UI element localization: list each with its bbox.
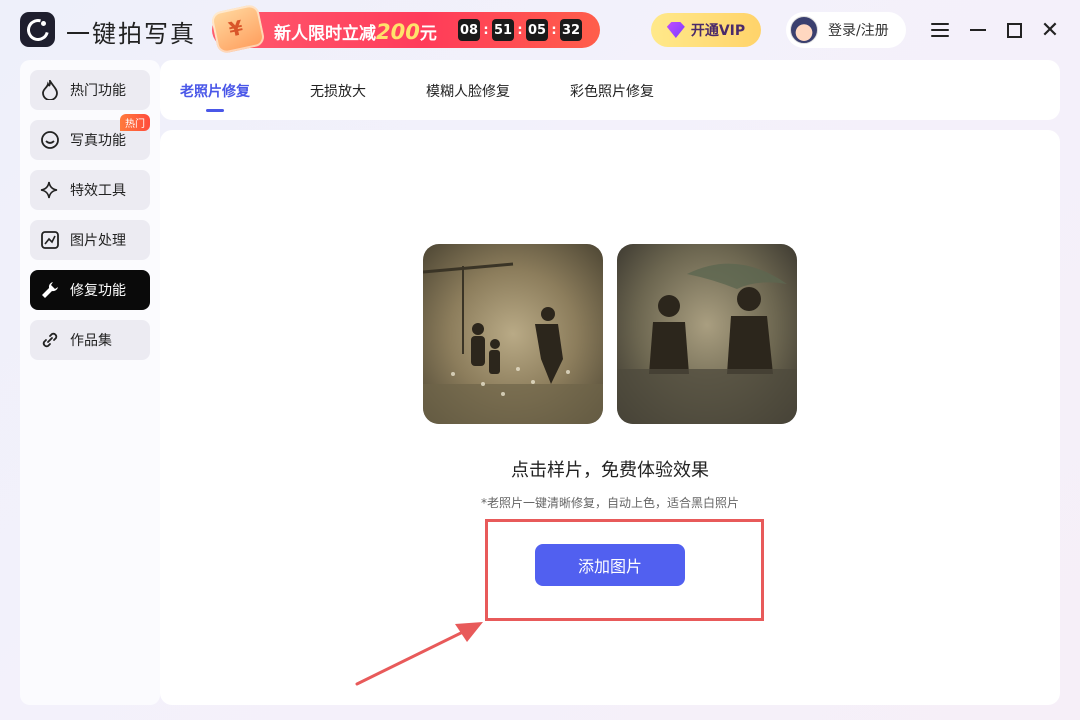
sidebar-item-label: 写真功能	[70, 133, 126, 149]
sidebar-item-label: 修复功能	[70, 283, 126, 299]
app-logo-icon	[20, 12, 55, 47]
sidebar-item-effects[interactable]: 特效工具	[30, 170, 150, 210]
app-title: 一键拍写真	[66, 20, 196, 48]
tab-lossless-upscale[interactable]: 无损放大	[310, 81, 366, 101]
gift-icon	[210, 3, 266, 55]
countdown-minutes: 51	[492, 19, 514, 41]
main-title: 点击样片，免费体验效果	[511, 460, 709, 481]
sidebar-item-label: 作品集	[70, 333, 112, 349]
main-subtitle: *老照片一键清晰修复，自动上色，适合黑白照片	[480, 496, 739, 510]
tab-blurry-face-repair[interactable]: 模糊人脸修复	[426, 81, 510, 101]
diamond-icon	[666, 22, 685, 38]
promo-banner[interactable]: 新人限时立减200元 08 : 51 : 05 : 32	[210, 3, 600, 55]
main-panel: 点击样片，免费体验效果 *老照片一键清晰修复，自动上色，适合黑白照片 添加图片	[160, 130, 1060, 705]
flame-icon	[40, 80, 60, 100]
login-button[interactable]: 登录/注册	[786, 12, 906, 48]
sidebar-item-gallery[interactable]: 作品集	[30, 320, 150, 360]
menu-icon[interactable]	[928, 18, 952, 42]
sidebar-item-repair[interactable]: 修复功能	[30, 270, 150, 310]
maximize-icon[interactable]	[1002, 18, 1026, 42]
sidebar-item-hot[interactable]: 热门功能	[30, 70, 150, 110]
sidebar-item-label: 特效工具	[70, 183, 126, 199]
sample-photo-kids-playing[interactable]	[423, 244, 603, 424]
add-image-button[interactable]: 添加图片	[535, 544, 685, 586]
link-icon	[40, 330, 60, 350]
smile-icon	[40, 130, 60, 150]
vip-label: 开通VIP	[690, 23, 746, 39]
tab-bar: 老照片修复 无损放大 模糊人脸修复 彩色照片修复	[160, 60, 1060, 120]
countdown-centiseconds: 32	[560, 19, 582, 41]
sample-photo-girls-water[interactable]	[617, 244, 797, 424]
promo-amount: 200	[376, 20, 420, 44]
close-icon[interactable]: ✕	[1038, 18, 1062, 43]
promo-text: 新人限时立减200元	[274, 20, 437, 44]
hot-badge: 热门	[120, 114, 150, 131]
title-bar: 一键拍写真 新人限时立减200元 08 : 51 : 05 : 32 开通VIP…	[0, 0, 1080, 60]
sidebar-item-portrait[interactable]: 写真功能 热门	[30, 114, 150, 160]
sidebar-item-label: 热门功能	[70, 83, 126, 99]
sidebar-item-label: 图片处理	[70, 233, 126, 249]
countdown-seconds: 05	[526, 19, 548, 41]
countdown-timer: 08 : 51 : 05 : 32	[458, 19, 582, 41]
wrench-icon	[40, 280, 60, 300]
sidebar: 热门功能 写真功能 热门 特效工具 图片处理 修复功能 作品集	[20, 60, 160, 705]
sidebar-item-image-processing[interactable]: 图片处理	[30, 220, 150, 260]
vip-button[interactable]: 开通VIP	[651, 13, 761, 47]
countdown-hours: 08	[458, 19, 480, 41]
login-label: 登录/注册	[828, 23, 889, 39]
tab-old-photo-repair[interactable]: 老照片修复	[180, 81, 250, 101]
pointer-arrow-icon	[355, 622, 483, 686]
tab-color-photo-repair[interactable]: 彩色照片修复	[570, 81, 654, 101]
minimize-icon[interactable]	[966, 18, 990, 42]
sparkle-icon	[40, 180, 60, 200]
image-edit-icon	[40, 230, 60, 250]
avatar	[790, 16, 818, 44]
